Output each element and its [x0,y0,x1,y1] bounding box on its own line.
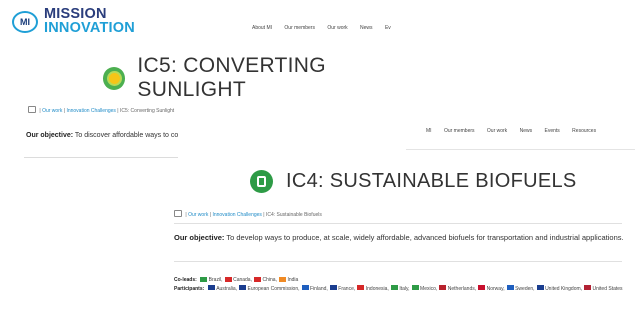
flag-icon [584,285,592,290]
nav-our-members[interactable]: Our members [284,25,315,31]
nav-mi[interactable]: MI [426,128,432,134]
page-title: IC5: CONVERTING SUNLIGHT [137,54,326,101]
ic5-title-row: IC5: CONVERTING SUNLIGHT [103,54,433,101]
breadcrumb: | Our work | Innovation Challenges | IC5… [28,106,174,114]
nav-events[interactable]: Events [544,128,559,134]
country-name[interactable]: United States [593,286,623,292]
flag-icon [411,285,419,290]
flag-icon [200,276,208,282]
flag-icon [506,285,514,290]
logo-wordmark: MISSION INNOVATION [44,6,135,36]
flag-icon [278,276,286,282]
flag-icon [329,285,337,290]
country-name[interactable]: Brazil, [209,277,223,283]
biofuel-pump-icon [250,169,273,193]
breadcrumb: | Our work | Innovation Challenges | IC4… [174,210,322,218]
mi-logo-mark: MI [12,11,38,33]
country-name[interactable]: Canada, [233,277,252,283]
nav-our-members[interactable]: Our members [444,128,475,134]
objective-text: Our objective: To develop ways to produc… [174,233,624,242]
country-name[interactable]: Norway, [487,286,505,292]
breadcrumb-current: IC5: Converting Sunlight [120,108,175,114]
country-name[interactable]: India [287,277,298,283]
flag-icon [478,285,486,290]
breadcrumb-our-work[interactable]: Our work [188,212,208,218]
nav-our-work[interactable]: Our work [327,25,347,31]
country-name[interactable]: Sweden, [515,286,534,292]
country-name[interactable]: Finland, [310,286,328,292]
sunlight-icon [103,66,126,90]
nav-about-mi[interactable]: About MI [252,25,272,31]
country-name[interactable]: France, [338,286,355,292]
flag-icon [239,285,247,290]
country-name[interactable]: Indonesia, [366,286,389,292]
divider [174,223,622,224]
divider [174,261,622,262]
nav-our-work[interactable]: Our work [487,128,507,134]
flag-icon [439,285,447,290]
nav-resources[interactable]: Resources [572,128,596,134]
participants-label: Participants: [174,285,205,292]
divider [24,157,180,158]
country-name[interactable]: Australia, [216,286,237,292]
flag-icon [536,285,544,290]
logo-line-2: INNOVATION [44,20,135,36]
co-leads-label: Co-leads: [174,277,197,283]
ic4-title-row: IC4: SUSTAINABLE BIOFUELS [250,166,590,196]
flag-icon [357,285,365,290]
participants-row: Participants: Australia, European Commiss… [174,285,628,294]
flag-icon [207,285,215,290]
logo-line-1: MISSION [44,6,107,22]
country-name[interactable]: European Commission, [248,286,300,292]
country-lists: Co-leads: Brazil, Canada, China, India Part… [174,276,628,293]
flag-icon [253,276,261,282]
page-title: IC4: SUSTAINABLE BIOFUELS [286,169,577,192]
objective-label: Our objective: [174,233,225,242]
top-nav-back: About MI Our members Our work News Ev [252,25,402,31]
breadcrumb-innovation-challenges[interactable]: Innovation Challenges [212,212,261,218]
breadcrumb-current: IC4: Sustainable Biofuels [266,212,322,218]
breadcrumb-innovation-challenges[interactable]: Innovation Challenges [66,108,115,114]
country-name[interactable]: China, [262,277,276,283]
top-nav-front: MI Our members Our work News Events Reso… [426,128,607,134]
nav-news[interactable]: News [360,25,373,31]
country-name[interactable]: Italy, [399,286,409,292]
breadcrumb-our-work[interactable]: Our work [42,108,62,114]
country-name[interactable]: United Kingdom, [545,286,582,292]
co-leads-row: Co-leads: Brazil, Canada, China, India [174,276,628,285]
objective-label: Our objective: [26,132,74,139]
country-name[interactable]: Netherlands, [448,286,476,292]
flag-icon [224,276,232,282]
flag-icon [301,285,309,290]
flag-icon [390,285,398,290]
nav-events-clipped[interactable]: Ev [385,25,391,31]
country-name[interactable]: Mexico, [420,286,437,292]
home-icon[interactable] [28,106,36,113]
home-icon[interactable] [174,210,182,217]
nav-news[interactable]: News [520,128,533,134]
mission-innovation-logo[interactable]: MI MISSION INNOVATION [12,6,172,40]
nav-divider [406,149,635,150]
